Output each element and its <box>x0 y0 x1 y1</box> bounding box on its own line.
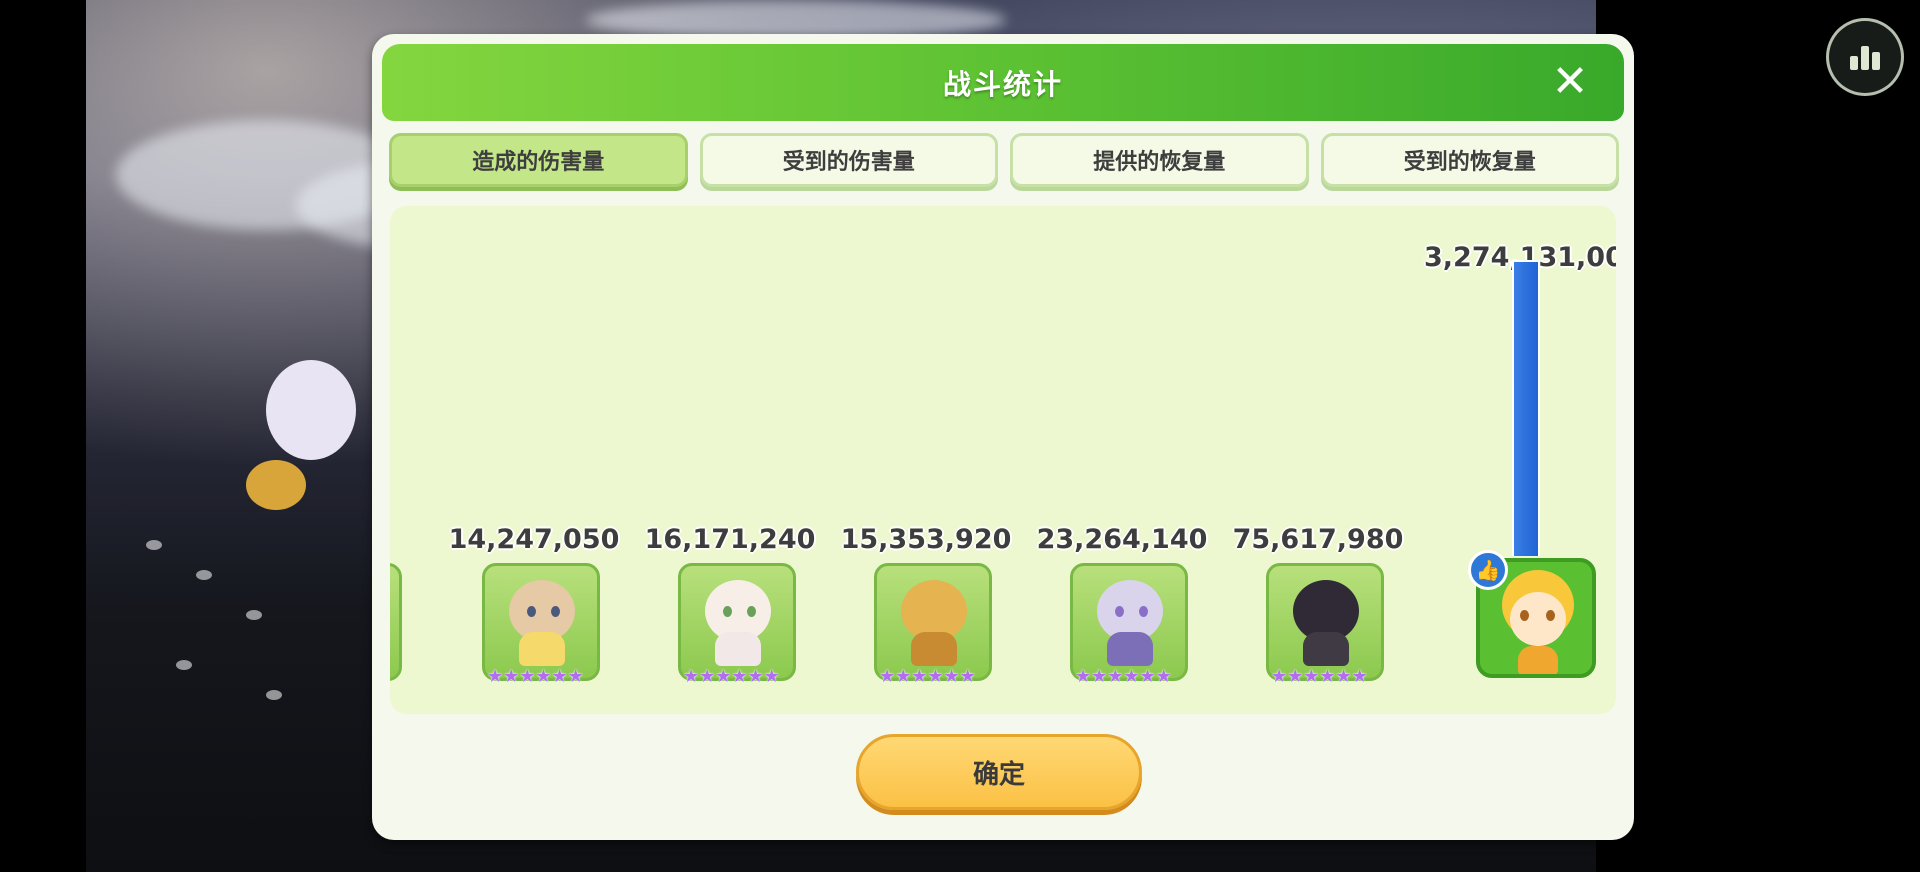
confirm-label: 确定 <box>972 759 1025 790</box>
flower <box>266 690 282 700</box>
thumbs-up-glyph: 👍 <box>1475 558 1501 582</box>
hero-eye <box>747 606 756 617</box>
tab-damage-taken[interactable]: 受到的伤害量 <box>699 133 998 187</box>
background-character <box>246 460 306 510</box>
tab-label: 造成的伤害量 <box>472 150 605 175</box>
confirm-button[interactable]: 确定 <box>856 734 1142 810</box>
hero-eye <box>1520 610 1529 621</box>
hero-entry[interactable]: 14,247,050 ★★★★★★ <box>436 206 632 714</box>
hero-eye <box>723 606 732 617</box>
hero-face <box>1510 592 1566 646</box>
flower <box>246 610 262 620</box>
hero-eye <box>1115 606 1124 617</box>
star-icons: ★★★★★★ <box>879 666 976 687</box>
dialog-title: 战斗统计 <box>942 67 1063 101</box>
hero-body <box>1518 646 1558 674</box>
hero-entry[interactable]: 75,617,980 ★★★★★★ <box>1220 206 1416 714</box>
background-character <box>266 360 356 460</box>
hero-entry[interactable]: 30 ★ <box>390 206 434 714</box>
title-bar: 战斗统计 ✕ <box>382 44 1624 121</box>
close-icon: ✕ <box>1551 56 1589 107</box>
mvp-thumbs-up-icon: 👍 <box>1468 550 1508 590</box>
damage-bar <box>1512 260 1540 556</box>
hero-body <box>1303 632 1349 666</box>
hero-eye <box>1546 610 1555 621</box>
star-rating: ★★★★★★ <box>683 668 780 686</box>
star-rating: ★★★★★★ <box>1271 668 1368 686</box>
flower <box>176 660 192 670</box>
hero-portrait[interactable]: ★★★★★★ <box>1070 563 1188 686</box>
star-icons: ★★★★★★ <box>683 666 780 687</box>
hero-body <box>1107 632 1153 666</box>
hero-entry[interactable]: 23,264,140 ★★★★★★ <box>1024 206 1220 714</box>
stat-tabs: 造成的伤害量 受到的伤害量 提供的恢复量 受到的恢复量 <box>389 133 1619 191</box>
tab-damage-dealt[interactable]: 造成的伤害量 <box>389 133 688 187</box>
close-button[interactable]: ✕ <box>1546 58 1594 106</box>
flower <box>146 540 162 550</box>
star-icons: ★★★★★★ <box>1075 666 1172 687</box>
star-rating: ★★★★★★ <box>879 668 976 686</box>
hero-portrait[interactable]: ★★★★★★ <box>1266 563 1384 686</box>
star-rating: ★★★★★★ <box>1075 668 1172 686</box>
damage-value-label: 75,617,980 <box>1232 524 1404 555</box>
flower <box>196 570 212 580</box>
bar-chart-icon <box>1850 46 1880 70</box>
tab-healing-received[interactable]: 受到的恢复量 <box>1320 133 1619 187</box>
hero-portrait[interactable]: ★★★★★★ <box>874 563 992 686</box>
tab-label: 提供的恢复量 <box>1093 150 1226 175</box>
hero-body <box>715 632 761 666</box>
tab-healing-given[interactable]: 提供的恢复量 <box>1010 133 1309 187</box>
hero-eye <box>1139 606 1148 617</box>
tab-label: 受到的恢复量 <box>1403 150 1536 175</box>
battle-stats-dialog: 战斗统计 ✕ 造成的伤害量 受到的伤害量 提供的恢复量 受到的恢复量 30 ★ … <box>372 34 1634 840</box>
hero-portrait[interactable]: ★ <box>390 563 402 681</box>
hero-entry[interactable]: 15,353,920 ★★★★★★ <box>828 206 1024 714</box>
hero-eye <box>551 606 560 617</box>
statistics-icon[interactable] <box>1826 18 1904 96</box>
damage-chart[interactable]: 30 ★ 14,247,050 ★★★★★★ 16,171,240 <box>390 206 1616 714</box>
tab-label: 受到的伤害量 <box>782 150 915 175</box>
star-rating: ★★★★★★ <box>487 668 584 686</box>
hero-portrait[interactable]: ★★★★★★ <box>678 563 796 686</box>
star-icons: ★★★★★★ <box>1271 666 1368 687</box>
hero-body <box>911 632 957 666</box>
hero-body <box>519 632 565 666</box>
hero-eye <box>527 606 536 617</box>
hero-portrait[interactable]: ★★★★★★ <box>482 563 600 686</box>
star-icons: ★★★★★★ <box>487 666 584 687</box>
hero-entry[interactable]: 16,171,240 ★★★★★★ <box>632 206 828 714</box>
